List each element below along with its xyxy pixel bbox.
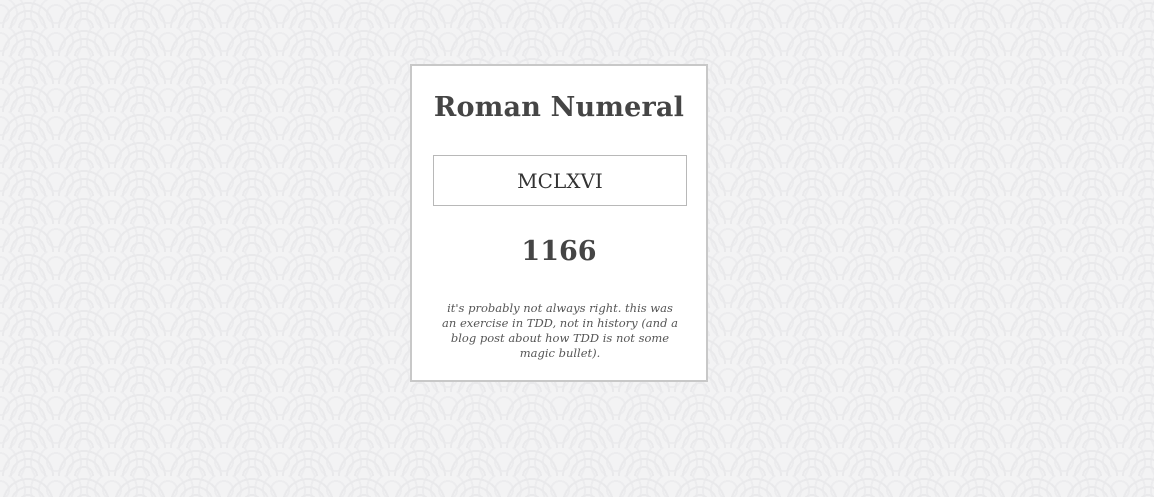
disclaimer-note: it's probably not always right. this was…: [442, 301, 678, 360]
page-title: Roman Numeral: [433, 92, 685, 123]
converter-card: Roman Numeral 1166 it's probably not alw…: [410, 64, 708, 382]
conversion-result: 1166: [521, 236, 597, 267]
roman-numeral-input[interactable]: [433, 155, 687, 206]
